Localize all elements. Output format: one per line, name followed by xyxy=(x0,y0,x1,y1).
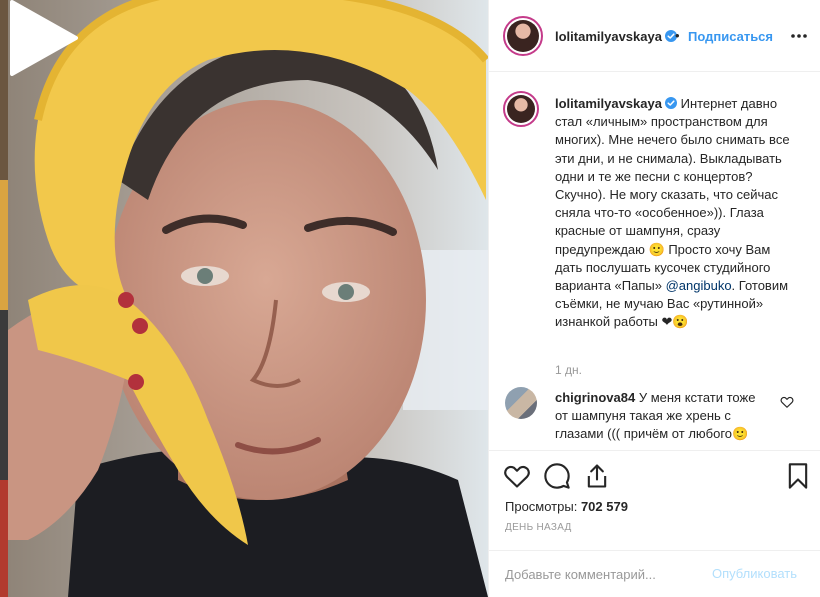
background-thumb xyxy=(0,180,8,310)
caption-timestamp[interactable]: 1 дн. xyxy=(555,363,582,377)
comment-input[interactable] xyxy=(505,565,695,583)
more-icon[interactable] xyxy=(787,24,811,48)
author-block: lolitamilyavskaya xyxy=(555,29,677,44)
bookmark-icon[interactable] xyxy=(784,462,812,490)
post-caption: lolitamilyavskaya Интернет давно стал «л… xyxy=(555,95,801,332)
views-count[interactable]: Просмотры: 702 579 xyxy=(505,499,628,514)
comment-heart-icon[interactable] xyxy=(780,395,794,409)
comment-item: chigrinova84 У меня кстати тоже от шампу… xyxy=(555,389,771,444)
avatar-image xyxy=(507,20,539,52)
verified-icon xyxy=(664,97,677,109)
post-panel: lolitamilyavskaya • Подписаться lolitami… xyxy=(488,0,820,597)
views-value: 702 579 xyxy=(580,499,628,514)
caption-avatar[interactable] xyxy=(503,91,539,127)
background-thumb xyxy=(0,480,8,597)
follow-button[interactable]: Подписаться xyxy=(688,29,773,44)
action-bar: Просмотры: 702 579 день назад xyxy=(489,450,820,550)
avatar-image xyxy=(507,95,535,123)
play-icon[interactable] xyxy=(8,0,78,76)
background-page-strip xyxy=(0,0,8,597)
comments-list[interactable]: lolitamilyavskaya Интернет давно стал «л… xyxy=(489,73,820,450)
caption-mention-link[interactable]: @angibuko xyxy=(666,278,732,293)
comment-username[interactable]: chigrinova84 xyxy=(555,390,635,405)
post-date[interactable]: день назад xyxy=(505,522,572,533)
caption-text: Интернет давно стал «личным» пространств… xyxy=(555,96,790,294)
commenter-avatar[interactable] xyxy=(505,387,537,419)
comment-icon[interactable] xyxy=(543,462,571,490)
heart-icon[interactable] xyxy=(503,462,531,490)
background-thumb xyxy=(0,0,8,180)
author-username[interactable]: lolitamilyavskaya xyxy=(555,29,662,44)
caption-username[interactable]: lolitamilyavskaya xyxy=(555,96,662,111)
publish-button[interactable]: Опубликовать xyxy=(712,566,797,581)
video-frame xyxy=(8,0,488,597)
post-header: lolitamilyavskaya • Подписаться xyxy=(489,0,820,72)
comment-composer: Опубликовать xyxy=(489,550,820,597)
avatar[interactable] xyxy=(503,16,543,56)
video-player[interactable] xyxy=(8,0,488,597)
background-thumb xyxy=(0,310,8,480)
separator-dot: • xyxy=(675,28,680,43)
share-icon[interactable] xyxy=(583,462,611,490)
views-label: Просмотры: xyxy=(505,499,578,514)
